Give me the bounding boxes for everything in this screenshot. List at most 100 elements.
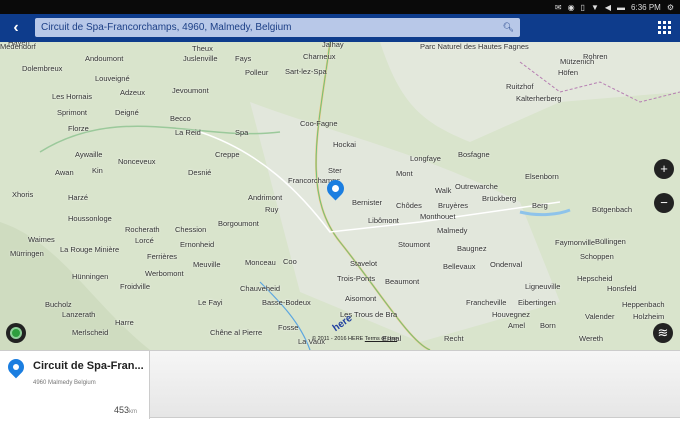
result-title: Circuit de Spa-Fran... [33, 360, 144, 372]
map-label: Adzeux [120, 88, 146, 97]
zoom-out-button[interactable]: − [654, 193, 674, 213]
map-label: Ferrières [147, 252, 178, 261]
map-label: Le Fayi [198, 298, 223, 307]
map-label: Bütgenbach [592, 205, 633, 214]
my-location-icon[interactable] [6, 323, 26, 343]
battery-saver-icon: ▯ [580, 2, 585, 12]
map-label: Parc Naturel des Hautes Fagnes [420, 42, 529, 51]
map-label: La Rouge Minière [60, 245, 120, 254]
result-address: 4960 Malmedy Belgium [33, 380, 96, 386]
map-label: Outrewarche [455, 182, 498, 191]
map-label: Beaumont [385, 277, 420, 286]
map-label: Ondenval [490, 260, 523, 269]
map-label: Lanzerath [62, 310, 96, 319]
map-label: Houvegnez [492, 310, 530, 319]
map-label: Lorcé [135, 236, 154, 245]
layers-icon[interactable]: ≋ [653, 323, 673, 343]
map-label: Becco [170, 114, 191, 123]
map-label: Jalhay [322, 42, 344, 49]
map-label: Froidville [120, 282, 151, 291]
map-label: Elsenborn [525, 172, 559, 181]
terms-link[interactable]: Terms of Use [365, 336, 397, 342]
map-label: Bruyères [438, 201, 469, 210]
map-label: Büllingen [595, 237, 626, 246]
settings-icon: ⚙ [666, 2, 674, 12]
map-label: Wereth [579, 334, 604, 343]
map-label: Les Hornais [52, 92, 93, 101]
app-bar: ‹ Circuit de Spa-Francorchamps, 4960, Ma… [0, 14, 680, 42]
map-label: Merlscheid [72, 328, 109, 337]
map-label: Desnié [188, 168, 212, 177]
map-label: Schoppen [580, 252, 614, 261]
map-label: Andrimont [248, 193, 283, 202]
map-label: Brückberg [482, 194, 517, 203]
map-label: Dolembreux [22, 64, 63, 73]
map-label: Höfen [558, 68, 579, 77]
map-label: Libômont [368, 216, 399, 225]
map-label: Jevoumont [172, 86, 209, 95]
grid-menu-icon[interactable] [658, 21, 671, 34]
map-label: Chêne al Pierre [210, 328, 263, 337]
map-label: Malmedy [437, 226, 468, 235]
map-label: Ernonheid [180, 240, 215, 249]
map-label: Medendorf [0, 42, 36, 51]
back-icon[interactable]: ‹ [6, 18, 26, 38]
map-label: Kin [92, 166, 103, 175]
map-label: Eibertingen [518, 298, 556, 307]
map-label: Harzé [68, 193, 89, 202]
map-label: Ruitzhof [506, 82, 534, 91]
status-bar: ✉ ◉ ▯ ▼ ◀ ▬ 6:36 PM ⚙ [0, 0, 680, 14]
map-label: Bucholz [45, 300, 72, 309]
map-pin-icon [4, 355, 28, 379]
map-label: Ligneuville [525, 282, 561, 291]
map-label: Andoumont [85, 54, 124, 63]
map-label: Borgoumont [218, 219, 259, 228]
map-label: Xhoris [12, 190, 34, 199]
map-label: Waimes [28, 235, 55, 244]
result-distance: 453km [113, 405, 137, 415]
map-label: Chauveheid [240, 284, 281, 293]
map-label: Theux [192, 44, 213, 53]
map-label: Walk [435, 186, 452, 195]
map-label: Aywaille [75, 150, 103, 159]
map-label: Ruy [265, 205, 279, 214]
map-label: Francheville [466, 298, 507, 307]
map-label: Holzheim [633, 312, 665, 321]
map-view[interactable]: Hayen Dolembreux Andoumont Louveigné Juslenv… [0, 42, 680, 350]
map-label: Basse-Bodeux [262, 298, 311, 307]
map-label: Trois-Ponts [337, 274, 376, 283]
map-label: Awan [55, 168, 74, 177]
map-label: Bosfagne [458, 150, 490, 159]
search-icon[interactable]: 🔍︎ [503, 18, 514, 37]
map-label: Sprimont [57, 108, 88, 117]
map-label: Fays [235, 54, 252, 63]
map-label: Coo-Fagne [300, 119, 338, 128]
map-label: Ster [328, 166, 342, 175]
map-label: Charneux [303, 52, 336, 61]
map-label: Chession [175, 225, 207, 234]
map-label: Creppe [215, 150, 240, 159]
map-label: Polleur [245, 68, 269, 77]
map-label: Stavelot [350, 259, 378, 268]
map-label: Sart-lez-Spa [285, 67, 327, 76]
search-input[interactable]: Circuit de Spa-Francorchamps, 4960, Malm… [35, 18, 520, 37]
map-label: Bernister [352, 198, 383, 207]
map-label: Honsfeld [607, 284, 637, 293]
result-card[interactable]: Circuit de Spa-Fran... 4960 Malmedy Belg… [0, 351, 150, 419]
map-label: Valender [585, 312, 615, 321]
map-label: Werbomont [145, 269, 184, 278]
map-attribution: © 2011 - 2016 HERE Terms of Use [312, 336, 398, 342]
bottom-panel: Circuit de Spa-Fran... 4960 Malmedy Belg… [0, 350, 680, 419]
map-label: Coo [283, 257, 297, 266]
map-label: Deigné [115, 108, 139, 117]
map-label: Meuville [193, 260, 221, 269]
mail-icon: ✉ [554, 2, 562, 12]
zoom-in-button[interactable]: + [654, 159, 674, 179]
map-label: Hepscheid [577, 274, 613, 283]
map-label: Heppenbach [622, 300, 665, 309]
map-label: Harre [115, 318, 134, 327]
map-label: Recht [444, 334, 464, 343]
map-label: Juslenville [183, 54, 218, 63]
map-label: Aisomont [345, 294, 377, 303]
map-label: Mürringen [10, 249, 44, 258]
